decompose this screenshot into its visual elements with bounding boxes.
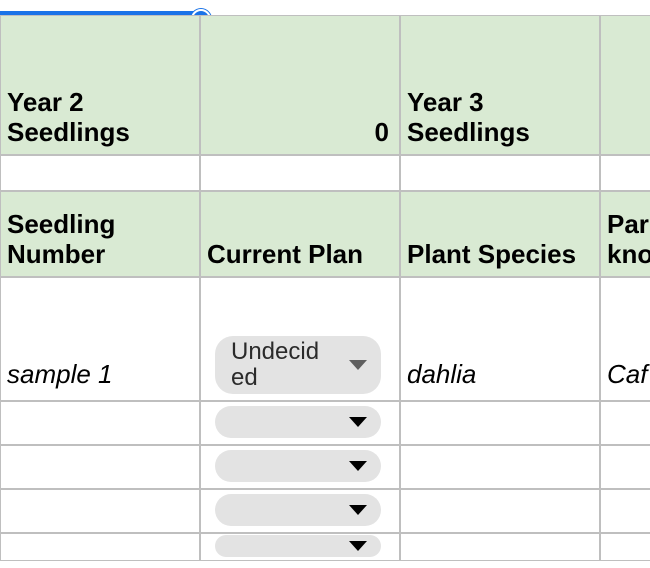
current-plan-dropdown[interactable] — [215, 450, 381, 482]
cell-current-plan[interactable] — [200, 533, 400, 561]
cell-plant-species[interactable] — [400, 445, 600, 489]
gap-row — [0, 155, 650, 191]
table-row — [0, 401, 650, 445]
chevron-down-icon — [349, 417, 367, 427]
spreadsheet-grid: Year 2Seedlings 0 Year 3Seedlings Seedli… — [0, 15, 650, 561]
cell-plant-species[interactable]: dahlia — [400, 277, 600, 401]
current-plan-dropdown[interactable] — [215, 406, 381, 438]
summary-year3-label: Year 3Seedlings — [407, 88, 530, 148]
summary-row: Year 2Seedlings 0 Year 3Seedlings — [0, 15, 650, 155]
col-header-seedling-number[interactable]: SeedlingNumber — [0, 191, 200, 277]
gap-cell[interactable] — [600, 155, 650, 191]
table-row — [0, 489, 650, 533]
summary-year3-cell[interactable]: Year 3Seedlings — [400, 15, 600, 155]
summary-extra-cell[interactable] — [600, 15, 650, 155]
column-header-row: SeedlingNumber Current Plan Plant Specie… — [0, 191, 650, 277]
cell-seedling-number[interactable] — [0, 489, 200, 533]
cell-current-plan[interactable]: Undecided — [200, 277, 400, 401]
cell-current-plan[interactable] — [200, 401, 400, 445]
cell-seedling-number[interactable] — [0, 533, 200, 561]
current-plan-dropdown[interactable] — [215, 535, 381, 557]
col-header-plant-species[interactable]: Plant Species — [400, 191, 600, 277]
gap-cell[interactable] — [200, 155, 400, 191]
cell-parent[interactable]: Caf — [600, 277, 650, 401]
current-plan-dropdown[interactable] — [215, 494, 381, 526]
chevron-down-icon — [349, 461, 367, 471]
table-row — [0, 533, 650, 561]
cell-plant-species[interactable] — [400, 489, 600, 533]
summary-year2-value: 0 — [375, 117, 389, 148]
cell-seedling-number[interactable]: sample 1 — [0, 277, 200, 401]
cell-parent[interactable] — [600, 401, 650, 445]
cell-plant-species[interactable] — [400, 533, 600, 561]
gap-cell[interactable] — [0, 155, 200, 191]
cell-seedling-number[interactable] — [0, 401, 200, 445]
col-header-current-plan[interactable]: Current Plan — [200, 191, 400, 277]
summary-year2-label: Year 2Seedlings — [7, 88, 130, 148]
current-plan-dropdown[interactable]: Undecided — [215, 336, 381, 394]
gap-cell[interactable] — [400, 155, 600, 191]
cell-current-plan[interactable] — [200, 489, 400, 533]
cell-parent[interactable] — [600, 489, 650, 533]
chevron-down-icon — [349, 541, 367, 551]
chevron-down-icon — [349, 360, 367, 370]
cell-seedling-number[interactable] — [0, 445, 200, 489]
chevron-down-icon — [349, 505, 367, 515]
table-row: sample 1 Undecided dahlia Caf — [0, 277, 650, 401]
summary-year2-cell[interactable]: Year 2Seedlings — [0, 15, 200, 155]
cell-parent[interactable] — [600, 533, 650, 561]
table-row — [0, 445, 650, 489]
cell-current-plan[interactable] — [200, 445, 400, 489]
cell-plant-species[interactable] — [400, 401, 600, 445]
summary-year2-value-cell[interactable]: 0 — [200, 15, 400, 155]
cell-parent[interactable] — [600, 445, 650, 489]
col-header-parent[interactable]: Parkno — [600, 191, 650, 277]
